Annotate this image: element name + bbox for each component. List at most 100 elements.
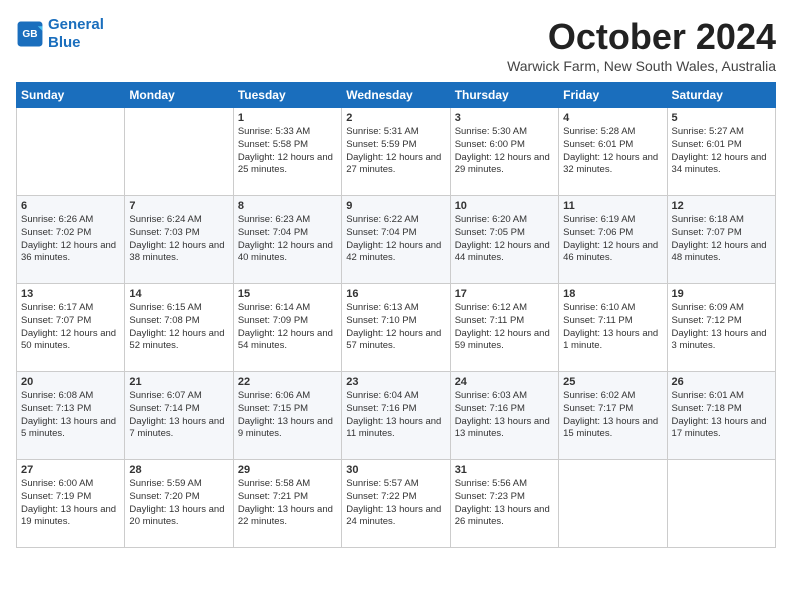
calendar-cell: 29 Sunrise: 5:58 AM Sunset: 7:21 PM Dayli… bbox=[233, 460, 341, 548]
calendar-cell: 8 Sunrise: 6:23 AM Sunset: 7:04 PM Daylig… bbox=[233, 196, 341, 284]
day-info: Sunrise: 5:56 AM Sunset: 7:23 PM Dayligh… bbox=[455, 478, 554, 529]
day-number: 5 bbox=[672, 112, 771, 124]
calendar-week-row: 20 Sunrise: 6:08 AM Sunset: 7:13 PM Dayli… bbox=[17, 372, 776, 460]
day-number: 22 bbox=[238, 376, 337, 388]
day-number: 19 bbox=[672, 288, 771, 300]
calendar-cell bbox=[559, 460, 667, 548]
day-number: 6 bbox=[21, 200, 120, 212]
calendar-cell bbox=[667, 460, 775, 548]
day-info: Sunrise: 5:57 AM Sunset: 7:22 PM Dayligh… bbox=[346, 478, 445, 529]
day-number: 25 bbox=[563, 376, 662, 388]
day-info: Sunrise: 6:24 AM Sunset: 7:03 PM Dayligh… bbox=[129, 214, 228, 265]
calendar-cell: 13 Sunrise: 6:17 AM Sunset: 7:07 PM Dayli… bbox=[17, 284, 125, 372]
calendar-cell: 28 Sunrise: 5:59 AM Sunset: 7:20 PM Dayli… bbox=[125, 460, 233, 548]
day-number: 16 bbox=[346, 288, 445, 300]
day-number: 9 bbox=[346, 200, 445, 212]
day-number: 30 bbox=[346, 464, 445, 476]
day-number: 2 bbox=[346, 112, 445, 124]
logo-line2: Blue bbox=[48, 34, 81, 51]
calendar-week-row: 27Sunrise: 6:00 AM Sunset: 7:19 PM Dayli… bbox=[17, 460, 776, 548]
day-info: Sunrise: 5:58 AM Sunset: 7:21 PM Dayligh… bbox=[238, 478, 337, 529]
day-number: 31 bbox=[455, 464, 554, 476]
calendar-week-row: 6 Sunrise: 6:26 AM Sunset: 7:02 PM Daylig… bbox=[17, 196, 776, 284]
day-of-week-header: Monday bbox=[125, 83, 233, 108]
day-info: Sunrise: 6:13 AM Sunset: 7:10 PM Dayligh… bbox=[346, 302, 445, 353]
day-of-week-header: Saturday bbox=[667, 83, 775, 108]
calendar-cell: 3 Sunrise: 5:30 AM Sunset: 6:00 PM Daylig… bbox=[450, 108, 558, 196]
day-number: 11 bbox=[563, 200, 662, 212]
day-number: 8 bbox=[238, 200, 337, 212]
logo-line1: General bbox=[48, 16, 104, 33]
day-number: 28 bbox=[129, 464, 228, 476]
day-info: Sunrise: 5:31 AM Sunset: 5:59 PM Dayligh… bbox=[346, 126, 445, 177]
calendar-cell: 30 Sunrise: 5:57 AM Sunset: 7:22 PM Dayli… bbox=[342, 460, 450, 548]
day-info: Sunrise: 6:09 AM Sunset: 7:12 PM Dayligh… bbox=[672, 302, 771, 353]
day-info: Sunrise: 6:06 AM Sunset: 7:15 PM Dayligh… bbox=[238, 390, 337, 441]
month-title: October 2024 bbox=[507, 16, 776, 58]
day-info: Sunrise: 6:08 AM Sunset: 7:13 PM Dayligh… bbox=[21, 390, 120, 441]
day-info: Sunrise: 5:30 AM Sunset: 6:00 PM Dayligh… bbox=[455, 126, 554, 177]
day-info: Sunrise: 5:27 AM Sunset: 6:01 PM Dayligh… bbox=[672, 126, 771, 177]
day-number: 13 bbox=[21, 288, 120, 300]
calendar-cell: 24Sunrise: 6:03 AM Sunset: 7:16 PM Dayli… bbox=[450, 372, 558, 460]
calendar-cell bbox=[125, 108, 233, 196]
calendar-cell: 4Sunrise: 5:28 AM Sunset: 6:01 PM Daylig… bbox=[559, 108, 667, 196]
calendar-week-row: 13 Sunrise: 6:17 AM Sunset: 7:07 PM Dayli… bbox=[17, 284, 776, 372]
day-number: 17 bbox=[455, 288, 554, 300]
calendar-cell: 14 Sunrise: 6:15 AM Sunset: 7:08 PM Dayli… bbox=[125, 284, 233, 372]
calendar-cell: 22 Sunrise: 6:06 AM Sunset: 7:15 PM Dayli… bbox=[233, 372, 341, 460]
calendar-cell: 18 Sunrise: 6:10 AM Sunset: 7:11 PM Dayli… bbox=[559, 284, 667, 372]
day-info: Sunrise: 6:04 AM Sunset: 7:16 PM Dayligh… bbox=[346, 390, 445, 441]
day-info: Sunrise: 6:10 AM Sunset: 7:11 PM Dayligh… bbox=[563, 302, 662, 353]
day-info: Sunrise: 6:23 AM Sunset: 7:04 PM Dayligh… bbox=[238, 214, 337, 265]
day-info: Sunrise: 6:07 AM Sunset: 7:14 PM Dayligh… bbox=[129, 390, 228, 441]
calendar-cell: 17Sunrise: 6:12 AM Sunset: 7:11 PM Dayli… bbox=[450, 284, 558, 372]
day-number: 7 bbox=[129, 200, 228, 212]
day-number: 29 bbox=[238, 464, 337, 476]
day-of-week-header: Thursday bbox=[450, 83, 558, 108]
day-of-week-header: Wednesday bbox=[342, 83, 450, 108]
calendar-week-row: 1Sunrise: 5:33 AM Sunset: 5:58 PM Daylig… bbox=[17, 108, 776, 196]
calendar-table: SundayMondayTuesdayWednesdayThursdayFrid… bbox=[16, 82, 776, 548]
logo: GB General Blue bbox=[16, 16, 104, 52]
day-info: Sunrise: 6:00 AM Sunset: 7:19 PM Dayligh… bbox=[21, 478, 120, 529]
day-number: 15 bbox=[238, 288, 337, 300]
day-number: 20 bbox=[21, 376, 120, 388]
calendar-cell: 7 Sunrise: 6:24 AM Sunset: 7:03 PM Daylig… bbox=[125, 196, 233, 284]
logo-icon: GB bbox=[16, 20, 44, 48]
day-info: Sunrise: 6:22 AM Sunset: 7:04 PM Dayligh… bbox=[346, 214, 445, 265]
page-header: GB General Blue October 2024 Warwick Far… bbox=[16, 16, 776, 74]
calendar-cell: 19 Sunrise: 6:09 AM Sunset: 7:12 PM Dayli… bbox=[667, 284, 775, 372]
calendar-cell: 26 Sunrise: 6:01 AM Sunset: 7:18 PM Dayli… bbox=[667, 372, 775, 460]
day-number: 21 bbox=[129, 376, 228, 388]
svg-text:GB: GB bbox=[22, 29, 37, 40]
calendar-cell: 31 Sunrise: 5:56 AM Sunset: 7:23 PM Dayli… bbox=[450, 460, 558, 548]
calendar-cell: 23 Sunrise: 6:04 AM Sunset: 7:16 PM Dayli… bbox=[342, 372, 450, 460]
day-number: 10 bbox=[455, 200, 554, 212]
day-number: 24 bbox=[455, 376, 554, 388]
day-number: 26 bbox=[672, 376, 771, 388]
day-info: Sunrise: 6:01 AM Sunset: 7:18 PM Dayligh… bbox=[672, 390, 771, 441]
day-number: 18 bbox=[563, 288, 662, 300]
day-info: Sunrise: 5:33 AM Sunset: 5:58 PM Dayligh… bbox=[238, 126, 337, 177]
day-info: Sunrise: 5:59 AM Sunset: 7:20 PM Dayligh… bbox=[129, 478, 228, 529]
calendar-cell: 20 Sunrise: 6:08 AM Sunset: 7:13 PM Dayli… bbox=[17, 372, 125, 460]
day-info: Sunrise: 6:18 AM Sunset: 7:07 PM Dayligh… bbox=[672, 214, 771, 265]
calendar-cell: 16 Sunrise: 6:13 AM Sunset: 7:10 PM Dayli… bbox=[342, 284, 450, 372]
calendar-cell: 5 Sunrise: 5:27 AM Sunset: 6:01 PM Daylig… bbox=[667, 108, 775, 196]
day-of-week-header: Friday bbox=[559, 83, 667, 108]
calendar-cell: 1Sunrise: 5:33 AM Sunset: 5:58 PM Daylig… bbox=[233, 108, 341, 196]
day-info: Sunrise: 6:17 AM Sunset: 7:07 PM Dayligh… bbox=[21, 302, 120, 353]
day-number: 12 bbox=[672, 200, 771, 212]
calendar-cell: 10Sunrise: 6:20 AM Sunset: 7:05 PM Dayli… bbox=[450, 196, 558, 284]
day-info: Sunrise: 6:14 AM Sunset: 7:09 PM Dayligh… bbox=[238, 302, 337, 353]
day-info: Sunrise: 5:28 AM Sunset: 6:01 PM Dayligh… bbox=[563, 126, 662, 177]
day-info: Sunrise: 6:26 AM Sunset: 7:02 PM Dayligh… bbox=[21, 214, 120, 265]
day-of-week-header: Sunday bbox=[17, 83, 125, 108]
day-number: 23 bbox=[346, 376, 445, 388]
calendar-body: 1Sunrise: 5:33 AM Sunset: 5:58 PM Daylig… bbox=[17, 108, 776, 548]
day-number: 3 bbox=[455, 112, 554, 124]
day-info: Sunrise: 6:15 AM Sunset: 7:08 PM Dayligh… bbox=[129, 302, 228, 353]
day-number: 14 bbox=[129, 288, 228, 300]
calendar-cell: 11Sunrise: 6:19 AM Sunset: 7:06 PM Dayli… bbox=[559, 196, 667, 284]
